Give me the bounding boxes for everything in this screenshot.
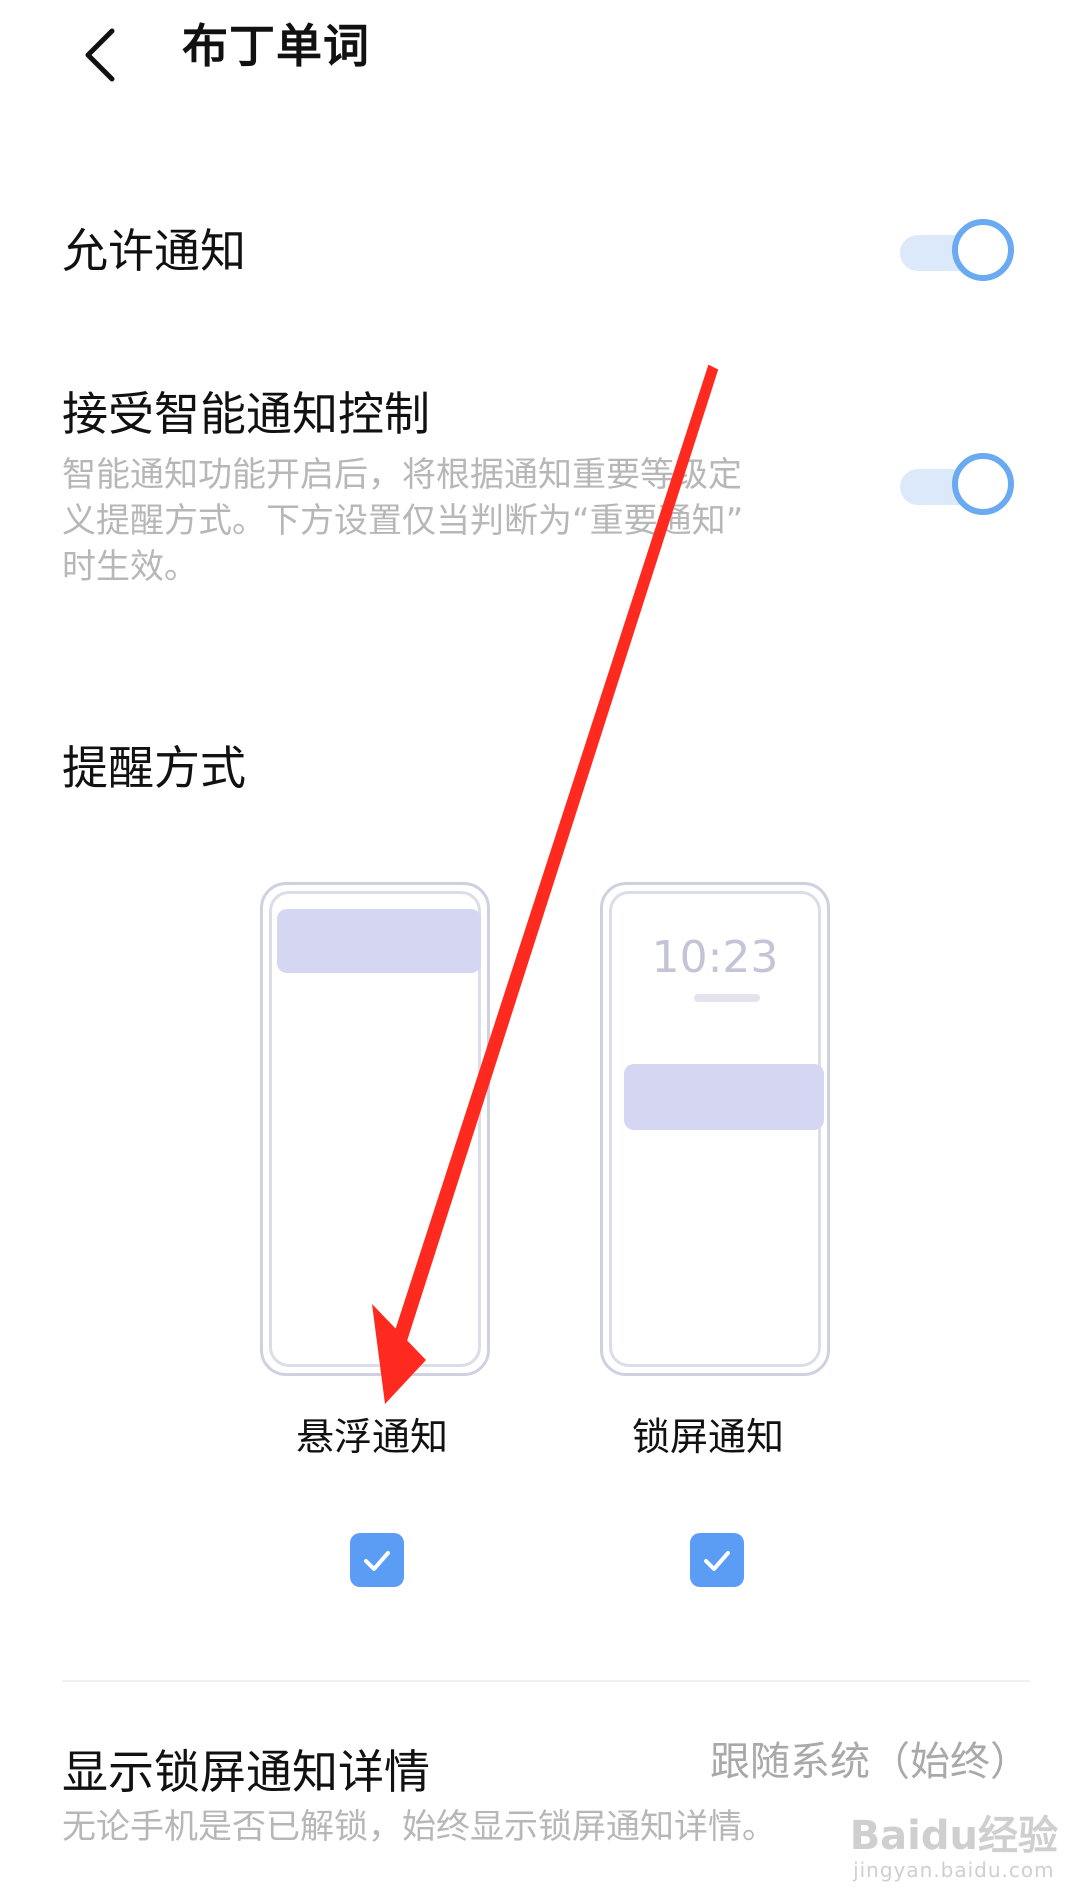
baidu-watermark: Baidu经验 jingyan.baidu.com [850,1814,1058,1882]
section-divider [62,1680,1030,1682]
notification-settings-page: 布丁单词 允许通知 接受智能通知控制 智能通知功能开启后，将根据通知重要等级定 … [0,0,1080,1904]
floating-notification-label: 悬浮通知 [296,1415,449,1459]
smart-control-label: 接受智能通知控制 [62,387,430,441]
chevron-left-icon [85,28,115,82]
smart-control-description-line1: 智能通知功能开启后，将根据通知重要等级定 [62,455,742,495]
smart-control-description-line3: 时生效。 [62,547,198,587]
lockscreen-time-preview: 10:23 [651,932,779,983]
phone-screen [269,891,481,1367]
toggle-knob [952,453,1014,515]
lockscreen-banner-preview [624,1064,824,1130]
lockscreen-notification-label: 锁屏通知 [632,1415,785,1459]
phone-screen: 10:23 [609,891,824,1367]
smart-control-toggle[interactable] [900,447,1026,525]
watermark-url: jingyan.baidu.com [853,1858,1055,1882]
floating-notification-checkbox[interactable] [350,1533,404,1587]
floating-banner-preview [277,909,481,973]
checkmark-icon [364,1551,390,1571]
allow-notification-row[interactable]: 允许通知 [62,205,1018,295]
allow-notification-label: 允许通知 [62,224,246,278]
lockscreen-notification-preview[interactable]: 10:23 [600,882,830,1376]
allow-notification-toggle[interactable] [900,213,1026,291]
lockscreen-details-value: 跟随系统（始终） [710,1739,1030,1785]
smart-control-description-line2: 义提醒方式。下方设置仅当判断为“重要通知” [62,501,744,541]
floating-notification-preview[interactable] [260,882,490,1376]
watermark-brand: Baidu经验 [849,1813,1058,1859]
lockscreen-details-description: 无论手机是否已解锁，始终显示锁屏通知详情。 [62,1807,776,1847]
checkmark-icon [704,1551,730,1571]
toggle-knob [952,219,1014,281]
page-title: 布丁单词 [182,19,370,73]
reminder-section-title: 提醒方式 [62,741,246,795]
lockscreen-notification-checkbox[interactable] [690,1533,744,1587]
lockscreen-date-bar [694,994,760,1002]
lockscreen-details-label: 显示锁屏通知详情 [62,1745,430,1799]
back-button[interactable] [60,10,140,100]
